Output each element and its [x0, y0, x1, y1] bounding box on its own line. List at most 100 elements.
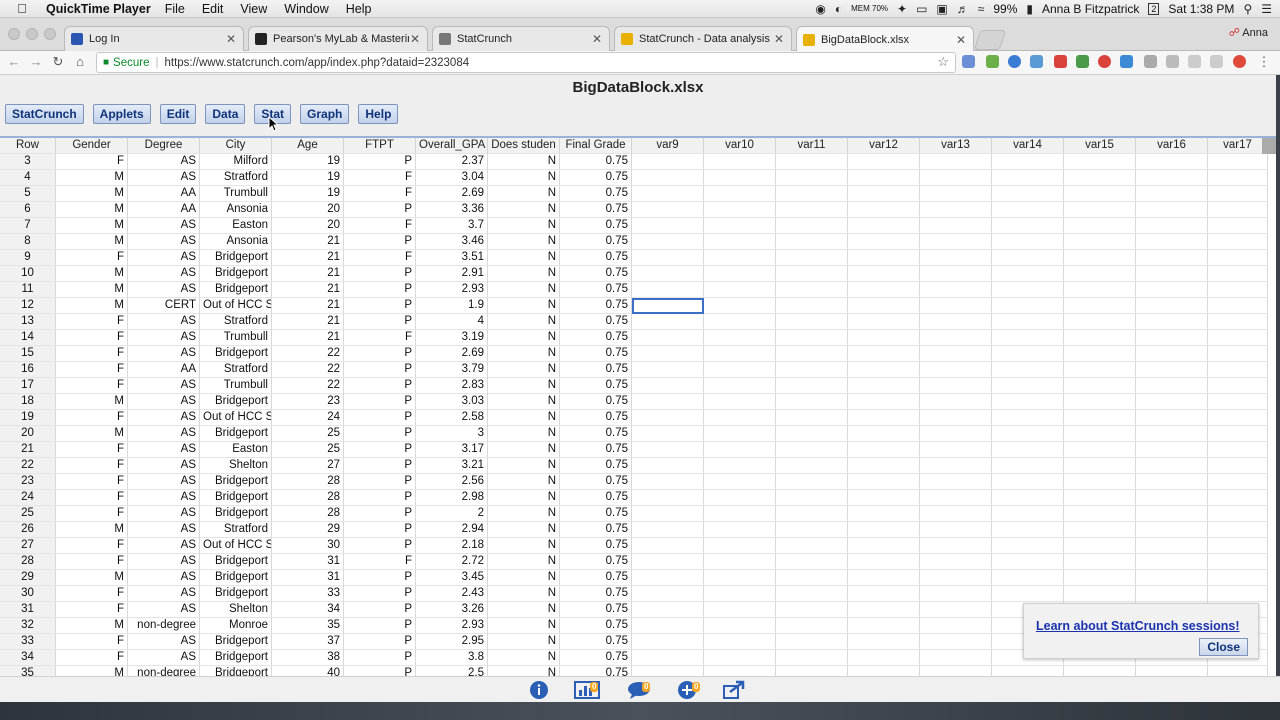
cell-ftpt[interactable]: P: [344, 490, 416, 506]
cell-overall-gpa[interactable]: 3.26: [416, 602, 488, 618]
empty-cell[interactable]: [1064, 170, 1136, 186]
cell-city[interactable]: Bridgeport: [200, 650, 272, 666]
cell-age[interactable]: 21: [272, 234, 344, 250]
cell-does-student[interactable]: N: [488, 458, 560, 474]
empty-cell[interactable]: [632, 266, 704, 282]
column-header[interactable]: var10: [704, 138, 776, 154]
empty-cell[interactable]: [848, 570, 920, 586]
empty-cell[interactable]: [848, 202, 920, 218]
empty-cell[interactable]: [632, 506, 704, 522]
empty-cell[interactable]: [920, 618, 992, 634]
empty-cell[interactable]: [704, 154, 776, 170]
cell-city[interactable]: Stratford: [200, 362, 272, 378]
cell-age[interactable]: 25: [272, 442, 344, 458]
cell-age[interactable]: 21: [272, 298, 344, 314]
row-number[interactable]: 19: [0, 410, 56, 426]
empty-cell[interactable]: [920, 666, 992, 676]
empty-cell[interactable]: [992, 218, 1064, 234]
empty-cell[interactable]: [704, 586, 776, 602]
empty-cell[interactable]: [920, 474, 992, 490]
empty-cell[interactable]: [776, 554, 848, 570]
cell-overall-gpa[interactable]: 2.98: [416, 490, 488, 506]
cell-age[interactable]: 29: [272, 522, 344, 538]
empty-cell[interactable]: [1064, 186, 1136, 202]
cell-age[interactable]: 21: [272, 314, 344, 330]
user-name[interactable]: Anna B Fitzpatrick: [1042, 2, 1139, 16]
cell-overall-gpa[interactable]: 2.56: [416, 474, 488, 490]
empty-cell[interactable]: [992, 186, 1064, 202]
empty-cell[interactable]: [1136, 394, 1208, 410]
cell-city[interactable]: Stratford: [200, 522, 272, 538]
empty-cell[interactable]: [920, 442, 992, 458]
empty-cell[interactable]: [1064, 522, 1136, 538]
cell-overall-gpa[interactable]: 3.36: [416, 202, 488, 218]
cell-overall-gpa[interactable]: 4: [416, 314, 488, 330]
cell-overall-gpa[interactable]: 2.5: [416, 666, 488, 676]
empty-cell[interactable]: [632, 330, 704, 346]
cell-age[interactable]: 21: [272, 282, 344, 298]
empty-cell[interactable]: [920, 458, 992, 474]
cell-gender[interactable]: M: [56, 170, 128, 186]
extension-icon[interactable]: [1030, 55, 1043, 68]
empty-cell[interactable]: [1208, 666, 1268, 676]
empty-cell[interactable]: [1208, 506, 1268, 522]
cell-does-student[interactable]: N: [488, 394, 560, 410]
empty-cell[interactable]: [992, 250, 1064, 266]
cell-gender[interactable]: M: [56, 186, 128, 202]
empty-cell[interactable]: [704, 378, 776, 394]
cell-final-grade[interactable]: 0.75: [560, 602, 632, 618]
cell-does-student[interactable]: N: [488, 346, 560, 362]
row-number[interactable]: 32: [0, 618, 56, 634]
cell-city[interactable]: Bridgeport: [200, 474, 272, 490]
empty-cell[interactable]: [704, 522, 776, 538]
empty-cell[interactable]: [1136, 234, 1208, 250]
empty-cell[interactable]: [1064, 666, 1136, 676]
cell-ftpt[interactable]: P: [344, 298, 416, 314]
app-name-menu[interactable]: QuickTime Player: [46, 2, 151, 16]
empty-cell[interactable]: [1136, 186, 1208, 202]
empty-cell[interactable]: [776, 250, 848, 266]
tab-statcrunch-data-analysis[interactable]: StatCrunch - Data analysis on ✕: [614, 26, 792, 51]
empty-cell[interactable]: [632, 282, 704, 298]
empty-cell[interactable]: [848, 458, 920, 474]
cell-age[interactable]: 38: [272, 650, 344, 666]
empty-cell[interactable]: [776, 282, 848, 298]
cell-does-student[interactable]: N: [488, 490, 560, 506]
empty-cell[interactable]: [1064, 314, 1136, 330]
empty-cell[interactable]: [848, 218, 920, 234]
cell-city[interactable]: Out of HCC S: [200, 410, 272, 426]
empty-cell[interactable]: [848, 522, 920, 538]
extension-icon[interactable]: [1166, 55, 1179, 68]
column-header[interactable]: Does studen: [488, 138, 560, 154]
row-number[interactable]: 4: [0, 170, 56, 186]
cell-degree[interactable]: AS: [128, 330, 200, 346]
empty-cell[interactable]: [776, 378, 848, 394]
extension-icon[interactable]: [1188, 55, 1201, 68]
empty-cell[interactable]: [1208, 234, 1268, 250]
cell-age[interactable]: 22: [272, 346, 344, 362]
empty-cell[interactable]: [1136, 522, 1208, 538]
cell-final-grade[interactable]: 0.75: [560, 442, 632, 458]
cell-final-grade[interactable]: 0.75: [560, 458, 632, 474]
empty-cell[interactable]: [632, 490, 704, 506]
empty-cell[interactable]: [776, 442, 848, 458]
empty-cell[interactable]: [848, 298, 920, 314]
empty-cell[interactable]: [1208, 394, 1268, 410]
empty-cell[interactable]: [1136, 330, 1208, 346]
cell-final-grade[interactable]: 0.75: [560, 666, 632, 676]
empty-cell[interactable]: [632, 346, 704, 362]
row-number[interactable]: 9: [0, 250, 56, 266]
empty-cell[interactable]: [1136, 170, 1208, 186]
empty-cell[interactable]: [776, 186, 848, 202]
empty-cell[interactable]: [704, 554, 776, 570]
empty-cell[interactable]: [848, 634, 920, 650]
cell-age[interactable]: 19: [272, 170, 344, 186]
cell-gender[interactable]: M: [56, 570, 128, 586]
empty-cell[interactable]: [992, 506, 1064, 522]
cell-degree[interactable]: AS: [128, 266, 200, 282]
column-header[interactable]: Age: [272, 138, 344, 154]
empty-cell[interactable]: [632, 314, 704, 330]
cell-gender[interactable]: F: [56, 378, 128, 394]
cell-degree[interactable]: AA: [128, 362, 200, 378]
display-icon[interactable]: ▣: [936, 2, 947, 16]
